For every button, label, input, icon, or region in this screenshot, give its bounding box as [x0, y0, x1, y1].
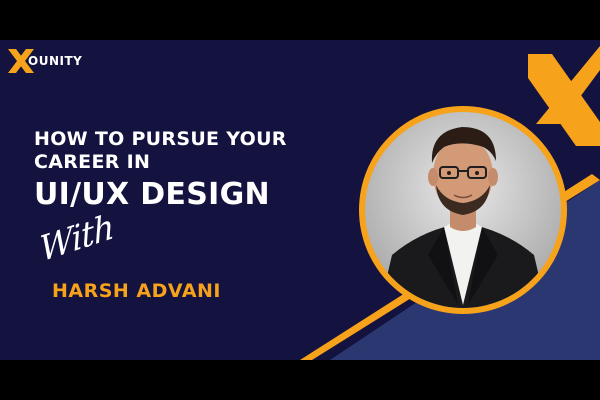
brand-logo: OUNITY: [6, 46, 102, 76]
headline-line-2: CAREER IN: [34, 151, 151, 173]
headline: HOW TO PURSUE YOUR CAREER IN UI/UX DESIG…: [34, 128, 287, 215]
thumbnail-frame: OUNITY HOW TO PURSUE YOUR CAREER IN UI/U…: [0, 40, 600, 360]
headline-line-1: HOW TO PURSUE YOUR: [34, 128, 287, 150]
presenter-portrait: [359, 106, 567, 314]
headline-line-3: UI/UX DESIGN: [34, 177, 270, 212]
brand-name: OUNITY: [28, 54, 83, 68]
presenter-name: HARSH ADVANI: [52, 280, 222, 302]
